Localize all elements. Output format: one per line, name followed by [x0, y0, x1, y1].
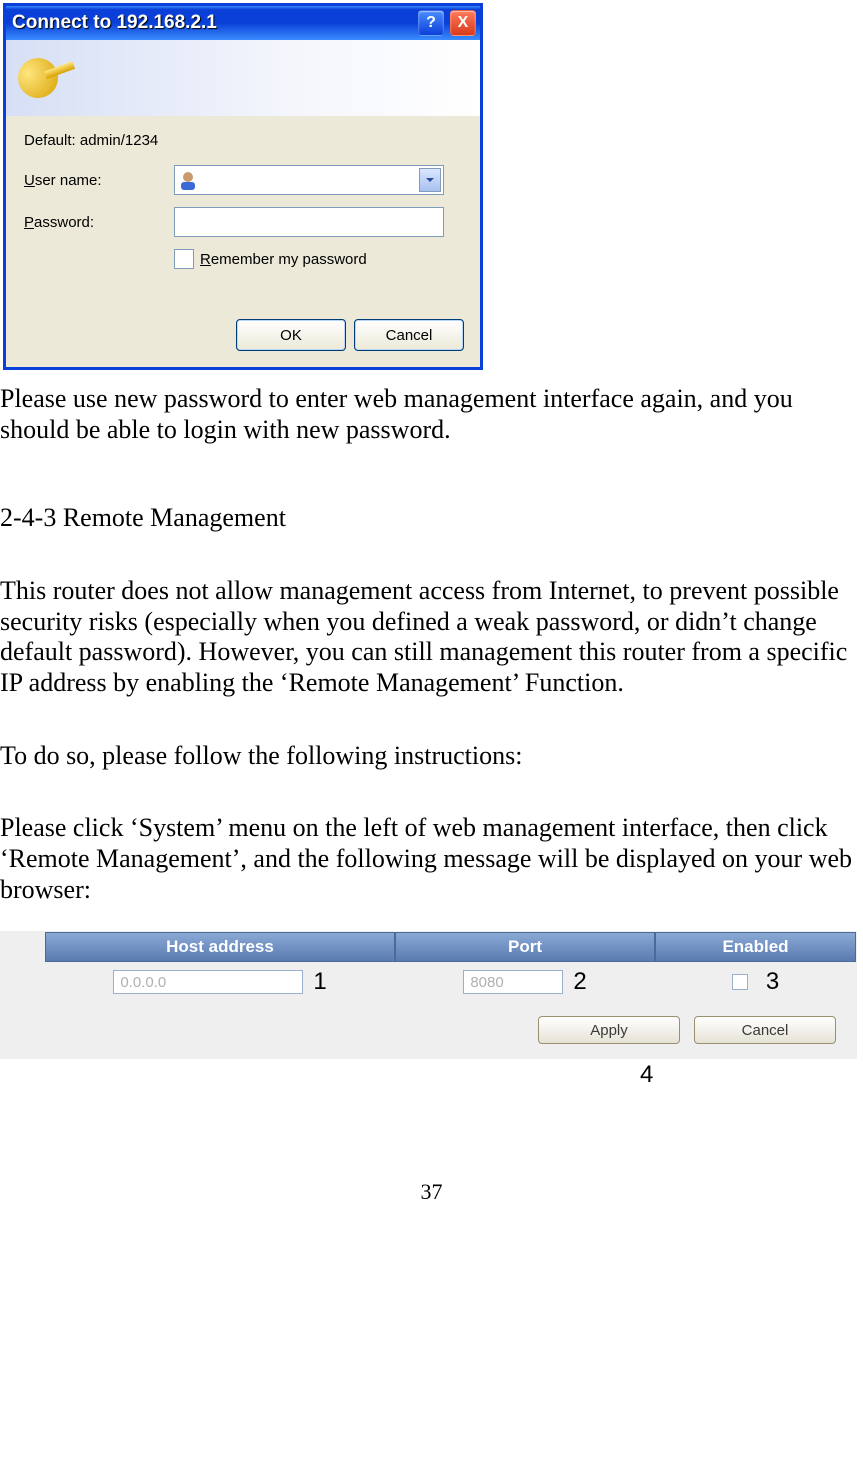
password-label: Password: — [24, 214, 174, 231]
password-field[interactable] — [174, 207, 444, 237]
page-number: 37 — [0, 1179, 863, 1205]
help-icon: ? — [426, 14, 436, 32]
username-label: User name: — [24, 172, 174, 189]
dialog-titlebar: Connect to 192.168.2.1 ? X — [6, 6, 480, 40]
help-button[interactable]: ? — [418, 10, 444, 36]
section-heading: 2-4-3 Remote Management — [0, 503, 863, 534]
dialog-banner — [6, 40, 480, 116]
callout-4: 4 — [640, 1061, 863, 1089]
paragraph-2: This router does not allow management ac… — [0, 576, 863, 699]
auth-dialog: Connect to 192.168.2.1 ? X Default: admi… — [3, 3, 483, 370]
enabled-checkbox[interactable] — [732, 974, 748, 990]
avatar-icon — [177, 169, 199, 191]
cancel-button[interactable]: Cancel — [354, 319, 464, 351]
dialog-title: Connect to 192.168.2.1 — [12, 12, 412, 34]
paragraph-4: Please click ‘System’ menu on the left o… — [0, 813, 863, 905]
close-icon: X — [458, 14, 469, 32]
hint-text: Default: admin/1234 — [24, 132, 462, 149]
callout-2: 2 — [573, 968, 586, 996]
ok-button[interactable]: OK — [236, 319, 346, 351]
col-header-host: Host address — [45, 932, 395, 962]
close-button[interactable]: X — [450, 10, 476, 36]
host-address-input[interactable]: 0.0.0.0 — [113, 970, 303, 994]
callout-1: 1 — [313, 968, 326, 996]
username-field[interactable] — [174, 165, 444, 195]
paragraph-3: To do so, please follow the following in… — [0, 741, 863, 772]
callout-3: 3 — [766, 968, 779, 996]
remote-management-figure: Host address Port Enabled 0.0.0.0 1 8080… — [0, 931, 857, 1059]
col-header-port: Port — [395, 932, 655, 962]
col-header-enabled: Enabled — [655, 932, 856, 962]
port-input[interactable]: 8080 — [463, 970, 563, 994]
remember-checkbox[interactable] — [174, 249, 194, 269]
chevron-down-icon[interactable] — [419, 168, 441, 192]
remember-label: Remember my password — [200, 251, 367, 268]
rm-cancel-button[interactable]: Cancel — [694, 1016, 836, 1044]
paragraph-1: Please use new password to enter web man… — [0, 384, 863, 445]
key-icon — [12, 52, 63, 103]
apply-button[interactable]: Apply — [538, 1016, 680, 1044]
